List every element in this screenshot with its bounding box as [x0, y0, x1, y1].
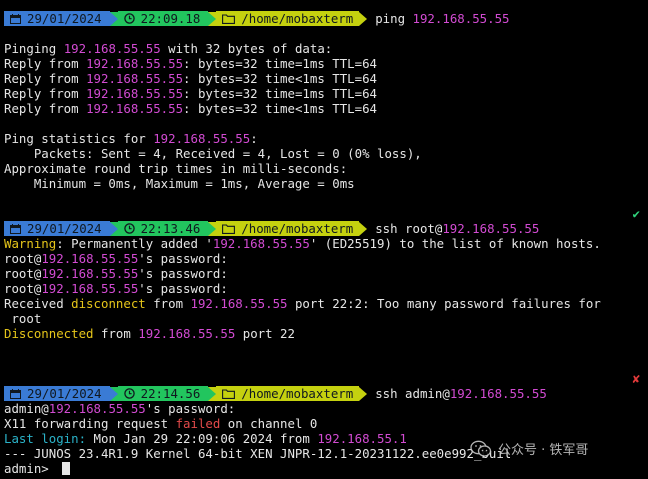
prompt-separator: [359, 221, 368, 236]
command-text: ping 192.168.55.55: [375, 11, 510, 26]
output-line: Reply from 192.168.55.55: bytes=32 time<…: [4, 71, 378, 86]
prompt-separator: [109, 221, 118, 236]
prompt-separator: [208, 386, 217, 401]
prompt-time-segment: 22:13.46: [117, 221, 209, 236]
output-line: Packets: Sent = 4, Received = 4, Lost = …: [4, 146, 422, 161]
output-line: Approximate round trip times in milli-se…: [4, 161, 348, 176]
prompt-date: 29/01/2024: [27, 386, 102, 401]
watermark-text: 公众号 · 铁军哥: [498, 443, 589, 458]
output-line: X11 forwarding request failed on channel…: [4, 416, 318, 431]
cli-input-line[interactable]: admin>: [4, 461, 644, 476]
folder-icon: [222, 388, 236, 399]
folder-icon: [222, 13, 236, 24]
prompt-date-segment: 29/01/2024: [4, 221, 110, 236]
prompt-path: /home/mobaxterm: [241, 221, 354, 236]
watermark: 公众号 · 铁军哥: [470, 439, 588, 458]
output-line: Pinging 192.168.55.55 with 32 bytes of d…: [4, 41, 333, 56]
calendar-icon: [10, 223, 21, 234]
cross-icon: ✘: [632, 371, 640, 386]
text-cursor: [62, 462, 71, 475]
prompt-separator: [359, 386, 368, 401]
prompt-date: 29/01/2024: [27, 221, 102, 236]
output-line: Reply from 192.168.55.55: bytes=32 time<…: [4, 101, 378, 116]
command-text: ssh root@192.168.55.55: [375, 221, 540, 236]
output-line: root@192.168.55.55's password:: [4, 266, 228, 281]
output-line: Reply from 192.168.55.55: bytes=32 time=…: [4, 56, 378, 71]
clock-icon: [123, 223, 135, 234]
prompt-date: 29/01/2024: [27, 11, 102, 26]
clock-icon: [123, 13, 135, 24]
prompt-date-segment: 29/01/2024: [4, 386, 110, 401]
prompt-path-segment: /home/mobaxterm: [216, 11, 360, 26]
wechat-logo-icon: [470, 440, 492, 457]
cli-prompt: admin>: [4, 461, 57, 476]
prompt-separator: [359, 11, 368, 26]
terminal-output[interactable]: 29/01/2024 22:09.18 /home/mobaxterm ping…: [4, 11, 644, 476]
prompt-time: 22:13.46: [140, 221, 201, 236]
output-line: Minimum = 0ms, Maximum = 1ms, Average = …: [4, 176, 355, 191]
calendar-icon: [10, 388, 21, 399]
calendar-icon: [10, 13, 21, 24]
check-icon: ✔: [632, 206, 640, 221]
folder-icon: [222, 223, 236, 234]
prompt-time: 22:09.18: [140, 11, 201, 26]
output-line: Reply from 192.168.55.55: bytes=32 time=…: [4, 86, 378, 101]
prompt-time-segment: 22:09.18: [117, 11, 209, 26]
shell-prompt: 29/01/2024 22:13.46 /home/mobaxterm ssh …: [4, 221, 644, 236]
prompt-separator: [208, 221, 217, 236]
clock-icon: [123, 388, 135, 399]
prompt-separator: [109, 11, 118, 26]
prompt-time: 22:14.56: [140, 386, 201, 401]
prompt-separator: [208, 11, 217, 26]
output-line: Warning: Permanently added '192.168.55.5…: [4, 236, 601, 251]
command-text: ssh admin@192.168.55.55: [375, 386, 547, 401]
output-line: root@192.168.55.55's password:: [4, 281, 228, 296]
shell-prompt: 29/01/2024 22:14.56 /home/mobaxterm ssh …: [4, 386, 644, 401]
output-line: admin@192.168.55.55's password:: [4, 401, 236, 416]
prompt-path-segment: /home/mobaxterm: [216, 221, 360, 236]
output-line: root@192.168.55.55's password:: [4, 251, 228, 266]
output-line: Ping statistics for 192.168.55.55:: [4, 131, 258, 146]
prompt-path: /home/mobaxterm: [241, 386, 354, 401]
prompt-time-segment: 22:14.56: [117, 386, 209, 401]
output-line: Received disconnect from 192.168.55.55 p…: [4, 296, 601, 311]
status-line: ✘: [4, 356, 644, 386]
prompt-path-segment: /home/mobaxterm: [216, 386, 360, 401]
prompt-date-segment: 29/01/2024: [4, 11, 110, 26]
output-line: root: [4, 311, 42, 326]
output-line: Disconnected from 192.168.55.55 port 22: [4, 326, 295, 341]
status-line: ✔: [4, 191, 644, 221]
prompt-separator: [109, 386, 118, 401]
prompt-path: /home/mobaxterm: [241, 11, 354, 26]
shell-prompt: 29/01/2024 22:09.18 /home/mobaxterm ping…: [4, 11, 644, 26]
